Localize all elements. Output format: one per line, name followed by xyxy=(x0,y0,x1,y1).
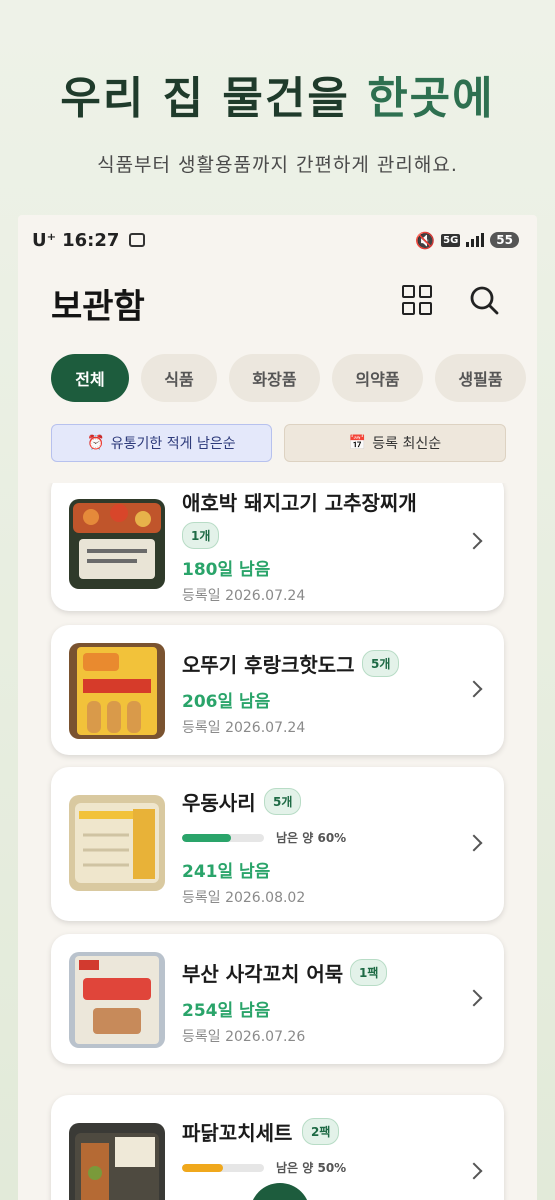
hero-subtitle: 식품부터 생활용품까지 간편하게 관리해요. xyxy=(97,154,458,176)
tab-daily-goods[interactable]: 생필품 xyxy=(435,354,526,402)
remaining-days: 206일 남음 xyxy=(182,692,271,712)
network-label: 5G xyxy=(441,233,461,247)
page-title: 보관함 xyxy=(51,287,145,327)
registered-date: 등록일 2026.07.26 xyxy=(182,1029,306,1045)
item-card[interactable]: 부산 사각꼬치 어묵 1팩 254일 남음 등록일 2026.07.26 xyxy=(51,934,504,1064)
item-name: 오뚜기 후랑크핫도그 xyxy=(182,653,355,677)
quantity-badge: 5개 xyxy=(362,650,400,677)
chevron-right-icon[interactable] xyxy=(465,680,483,698)
battery-indicator: 55 xyxy=(490,232,519,248)
calendar-icon: 📅 xyxy=(348,435,367,451)
signal-icon xyxy=(466,233,485,247)
remaining-amount: 남은 양 50% xyxy=(182,1159,346,1176)
progress-track xyxy=(182,1163,264,1172)
remaining-days: 254일 남음 xyxy=(182,1001,271,1021)
tab-all[interactable]: 전체 xyxy=(51,354,129,402)
chevron-right-icon[interactable] xyxy=(465,532,483,550)
quantity-badge: 1팩 xyxy=(350,959,388,986)
sort-recent-button[interactable]: 📅 등록 최신순 xyxy=(284,424,506,462)
progress-label: 남은 양 60% xyxy=(276,831,347,845)
search-icon[interactable] xyxy=(469,285,499,315)
quantity-badge: 2팩 xyxy=(302,1118,340,1145)
tab-cosmetics[interactable]: 화장품 xyxy=(229,354,320,402)
progress-fill xyxy=(182,833,232,842)
item-name: 우동사리 xyxy=(182,791,256,815)
tab-food[interactable]: 식품 xyxy=(141,354,217,402)
status-time: 16:27 xyxy=(62,229,120,251)
sort-recent-label: 등록 최신순 xyxy=(372,436,442,452)
screen-capture-icon xyxy=(129,233,146,247)
item-name: 부산 사각꼬치 어묵 xyxy=(182,962,344,986)
status-bar: U⁺ 16:27 🔇 5G 55 xyxy=(32,227,519,253)
registered-date: 등록일 2026.07.24 xyxy=(182,720,306,736)
quantity-badge: 1개 xyxy=(182,522,220,549)
hero-section: 우리 집 물건을 한곳에 식품부터 생활용품까지 간편하게 관리해요. xyxy=(0,62,555,177)
sort-expiry-label: 유통기한 적게 남은순 xyxy=(110,436,236,452)
carrier-label: U⁺ xyxy=(32,229,57,251)
registered-date: 등록일 2026.07.24 xyxy=(182,588,306,604)
item-name: 애호박 돼지고기 고추장찌개 xyxy=(182,491,417,515)
item-card[interactable]: 오뚜기 후랑크핫도그 5개 206일 남음 등록일 2026.07.24 xyxy=(51,625,504,755)
progress-track xyxy=(182,833,264,842)
grid-view-icon[interactable] xyxy=(402,285,432,315)
phone-screen: U⁺ 16:27 🔇 5G 55 보관함 전체 식품 화장품 의약품 생필품 ⏰… xyxy=(18,215,537,1200)
tab-medicine[interactable]: 의약품 xyxy=(332,354,423,402)
item-card[interactable]: 애호박 돼지고기 고추장찌개 1개 180일 남음 등록일 2026.07.24 xyxy=(51,483,504,611)
chevron-right-icon[interactable] xyxy=(465,989,483,1007)
alarm-clock-icon: ⏰ xyxy=(87,435,105,451)
hero-title: 우리 집 물건을 한곳에 xyxy=(60,73,495,124)
mute-icon: 🔇 xyxy=(415,230,436,250)
hero-title-accent: 한곳에 xyxy=(367,73,495,124)
item-thumbnail xyxy=(69,795,165,891)
item-name: 파닭꼬치세트 xyxy=(182,1121,293,1145)
item-thumbnail xyxy=(69,643,165,739)
progress-label: 남은 양 50% xyxy=(276,1161,347,1175)
chevron-right-icon[interactable] xyxy=(465,834,483,852)
item-thumbnail xyxy=(69,1123,165,1200)
quantity-badge: 5개 xyxy=(264,788,302,815)
remaining-amount: 남은 양 60% xyxy=(182,829,346,846)
remaining-days: 180일 남음 xyxy=(182,560,271,580)
item-thumbnail xyxy=(69,499,165,589)
sort-expiry-button[interactable]: ⏰ 유통기한 적게 남은순 xyxy=(51,424,272,462)
category-tabs: 전체 식품 화장품 의약품 생필품 xyxy=(51,354,526,402)
sort-options: ⏰ 유통기한 적게 남은순 📅 등록 최신순 xyxy=(51,424,506,462)
item-list[interactable]: 애호박 돼지고기 고추장찌개 1개 180일 남음 등록일 2026.07.24… xyxy=(18,483,537,1200)
item-card[interactable]: 우동사리 5개 남은 양 60% 241일 남음 등록일 2026.08.02 xyxy=(51,767,504,921)
remaining-days: 241일 남음 xyxy=(182,862,271,882)
registered-date: 등록일 2026.08.02 xyxy=(182,890,306,906)
chevron-right-icon[interactable] xyxy=(465,1162,483,1180)
progress-fill xyxy=(182,1163,223,1172)
item-thumbnail xyxy=(69,952,165,1048)
